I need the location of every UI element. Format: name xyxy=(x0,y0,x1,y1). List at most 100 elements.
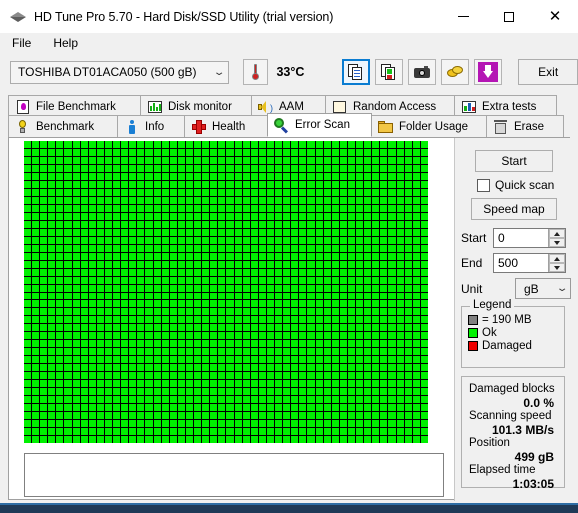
block-cell xyxy=(242,292,250,300)
start-input[interactable]: 0 xyxy=(494,229,548,247)
menu-item-file[interactable]: File xyxy=(8,34,41,52)
block-cell xyxy=(104,228,113,236)
block-cell xyxy=(210,420,218,428)
block-cell xyxy=(250,228,258,236)
start-button[interactable]: Start xyxy=(475,150,553,172)
tab-error-scan[interactable]: Error Scan xyxy=(267,113,372,137)
block-cell xyxy=(396,188,404,196)
drive-select[interactable]: TOSHIBA DT01ACA050 (500 gB) ⌄ xyxy=(10,60,230,84)
block-cell xyxy=(177,436,185,443)
block-cell xyxy=(177,141,185,148)
block-cell xyxy=(347,196,356,204)
tab-info[interactable]: Info xyxy=(117,115,185,137)
block-cell xyxy=(307,404,315,412)
block-cell xyxy=(153,308,161,316)
block-cell xyxy=(24,188,32,196)
block-cell xyxy=(32,396,40,404)
quick-scan-option[interactable]: Quick scan xyxy=(477,178,554,192)
end-increment-button[interactable] xyxy=(549,254,565,263)
start-stepper-buttons[interactable] xyxy=(548,229,565,247)
block-cell xyxy=(226,380,234,388)
block-cell xyxy=(331,404,339,412)
block-cell xyxy=(331,260,339,268)
block-cell xyxy=(218,372,226,380)
coins-button[interactable] xyxy=(441,59,470,85)
block-cell xyxy=(96,252,104,260)
block-cell xyxy=(113,260,121,268)
end-decrement-button[interactable] xyxy=(549,263,565,272)
block-cell xyxy=(226,420,234,428)
copy-to-clipboard-button[interactable] xyxy=(342,59,371,85)
block-cell xyxy=(291,364,299,372)
block-cell xyxy=(137,268,145,276)
minimize-button[interactable] xyxy=(440,0,486,33)
block-cell xyxy=(153,244,161,252)
quick-scan-checkbox[interactable] xyxy=(477,178,490,192)
block-cell xyxy=(291,236,299,244)
block-cell xyxy=(32,412,40,420)
block-cell xyxy=(250,396,258,404)
block-cell xyxy=(113,380,121,388)
block-cell xyxy=(275,276,283,284)
block-cell xyxy=(266,292,275,300)
block-cell xyxy=(64,348,72,356)
block-cell xyxy=(404,436,412,443)
block-cell xyxy=(153,412,161,420)
close-button[interactable]: ✕ xyxy=(532,0,578,33)
block-cell xyxy=(161,148,169,156)
copy-image-button[interactable] xyxy=(375,59,404,85)
block-cell xyxy=(291,420,299,428)
block-cell xyxy=(315,308,323,316)
block-cell xyxy=(339,148,347,156)
block-cell xyxy=(307,236,315,244)
start-stepper[interactable]: 0 xyxy=(493,228,566,248)
block-cell xyxy=(48,236,56,244)
screenshot-button[interactable] xyxy=(408,59,437,85)
block-cell xyxy=(72,268,80,276)
block-map[interactable] xyxy=(24,141,428,443)
block-cell xyxy=(40,388,48,396)
unit-select[interactable]: gB ⌄ xyxy=(515,278,571,299)
block-cell xyxy=(161,180,169,188)
end-input[interactable]: 500 xyxy=(494,254,548,272)
block-cell xyxy=(420,188,428,196)
block-cell xyxy=(104,220,113,228)
block-cell xyxy=(339,436,347,443)
block-cell xyxy=(331,324,339,332)
block-cell xyxy=(275,348,283,356)
block-cell xyxy=(356,268,364,276)
block-cell xyxy=(121,436,129,443)
block-cell xyxy=(121,388,129,396)
block-cell xyxy=(137,236,145,244)
disk-monitor-icon xyxy=(147,99,162,114)
start-increment-button[interactable] xyxy=(549,229,565,238)
tab-benchmark[interactable]: Benchmark xyxy=(8,115,118,137)
maximize-button[interactable] xyxy=(486,0,532,33)
block-cell xyxy=(283,396,291,404)
exit-button[interactable]: Exit xyxy=(518,59,578,85)
block-cell xyxy=(388,404,396,412)
start-decrement-button[interactable] xyxy=(549,238,565,247)
end-stepper-buttons[interactable] xyxy=(548,254,565,272)
block-cell xyxy=(364,180,372,188)
block-cell xyxy=(56,188,64,196)
menu-item-help[interactable]: Help xyxy=(49,34,88,52)
block-cell xyxy=(24,372,32,380)
block-cell xyxy=(372,388,380,396)
block-cell xyxy=(250,252,258,260)
block-cell xyxy=(56,236,64,244)
tab-erase[interactable]: Erase xyxy=(486,115,564,137)
block-cell xyxy=(56,412,64,420)
tab-disk-monitor[interactable]: Disk monitor xyxy=(140,95,252,117)
block-cell xyxy=(331,356,339,364)
tab-folder-usage[interactable]: Folder Usage xyxy=(371,115,487,137)
end-stepper[interactable]: 500 xyxy=(493,253,566,273)
block-cell xyxy=(266,284,275,292)
tab-health[interactable]: Health xyxy=(184,115,268,137)
block-cell xyxy=(185,268,194,276)
tab-extra-tests[interactable]: Extra tests xyxy=(454,95,557,117)
speed-map-button[interactable]: Speed map xyxy=(471,198,557,220)
block-cell xyxy=(266,412,275,420)
download-button[interactable] xyxy=(474,59,503,85)
tab-file-benchmark[interactable]: File Benchmark xyxy=(8,95,141,117)
